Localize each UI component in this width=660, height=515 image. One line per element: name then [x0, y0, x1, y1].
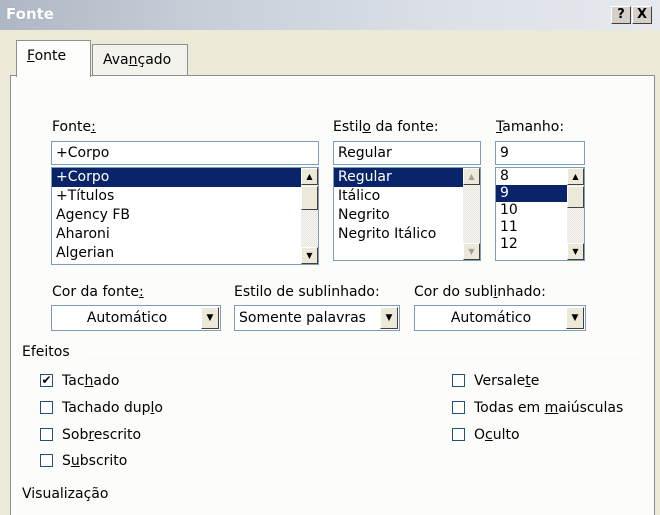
list-item[interactable]: Itálico	[334, 187, 480, 206]
tab-fonte[interactable]: Fonte	[16, 40, 91, 77]
checkbox-box[interactable]	[40, 428, 53, 441]
font-scrollbar[interactable]: ▲ ▼	[301, 168, 318, 264]
underline-color-select[interactable]: Automático ▼	[414, 305, 586, 331]
checkbox-box[interactable]	[40, 401, 53, 414]
scroll-thumb[interactable]	[567, 186, 584, 208]
list-item[interactable]: +Títulos	[52, 187, 318, 206]
checkbox-box[interactable]	[40, 454, 53, 467]
scroll-thumb[interactable]	[301, 186, 318, 210]
list-item[interactable]: Algerian	[52, 244, 318, 263]
style-label: Estilo da fonte:	[333, 119, 439, 135]
underline-style-select[interactable]: Somente palavras ▼	[234, 305, 400, 331]
dropdown-arrow-icon[interactable]: ▼	[380, 307, 398, 329]
size-label: Tamanho:	[496, 119, 565, 135]
list-item[interactable]: Aharoni	[52, 225, 318, 244]
tab-avancado[interactable]: Avançado	[92, 44, 188, 76]
underline-style-label: Estilo de sublinhado:	[234, 284, 380, 300]
list-item[interactable]: +Corpo	[52, 168, 318, 187]
preview-title: Visualização	[22, 486, 109, 502]
preview-divider	[118, 494, 640, 495]
effects-divider	[84, 352, 640, 353]
scroll-up-icon[interactable]: ▲	[301, 168, 318, 185]
style-list[interactable]: Regular Itálico Negrito Negrito Itálico …	[333, 167, 481, 261]
effects-title: Efeitos	[22, 344, 70, 360]
close-button[interactable]: X	[632, 6, 652, 24]
underline-color-label: Cor do sublinhado:	[414, 284, 546, 300]
checkbox-box[interactable]: ✔	[40, 374, 53, 387]
title-bar: Fonte ? X	[0, 0, 660, 30]
font-input[interactable]: +Corpo	[51, 141, 319, 165]
font-color-select[interactable]: Automático ▼	[51, 305, 221, 331]
dropdown-arrow-icon[interactable]: ▼	[566, 307, 584, 329]
style-input[interactable]: Regular	[333, 141, 481, 165]
window-title: Fonte	[6, 5, 54, 23]
list-item[interactable]: Agency FB	[52, 206, 318, 225]
dropdown-arrow-icon[interactable]: ▼	[201, 307, 219, 329]
list-item[interactable]: Negrito	[334, 206, 480, 225]
list-item[interactable]: Regular	[334, 168, 480, 187]
size-list[interactable]: 8 9 10 11 12 ▲ ▼	[495, 167, 585, 261]
size-scrollbar[interactable]: ▲ ▼	[567, 168, 584, 260]
font-list[interactable]: +Corpo +Títulos Agency FB Aharoni Algeri…	[51, 167, 319, 265]
scroll-up-icon[interactable]: ▲	[567, 168, 584, 185]
list-item[interactable]: Negrito Itálico	[334, 225, 480, 244]
scroll-down-icon[interactable]: ▼	[463, 243, 480, 260]
font-label: Fonte:	[52, 119, 96, 135]
scroll-down-icon[interactable]: ▼	[567, 243, 584, 260]
checkbox-box[interactable]	[452, 428, 465, 441]
style-scrollbar[interactable]: ▲ ▼	[463, 168, 480, 260]
checkbox-box[interactable]	[452, 401, 465, 414]
help-button[interactable]: ?	[611, 6, 631, 24]
scroll-up-icon[interactable]: ▲	[463, 168, 480, 185]
font-color-label: Cor da fonte:	[52, 284, 144, 300]
size-input[interactable]: 9	[495, 141, 585, 165]
checkbox-box[interactable]	[452, 374, 465, 387]
scroll-down-icon[interactable]: ▼	[301, 247, 318, 264]
